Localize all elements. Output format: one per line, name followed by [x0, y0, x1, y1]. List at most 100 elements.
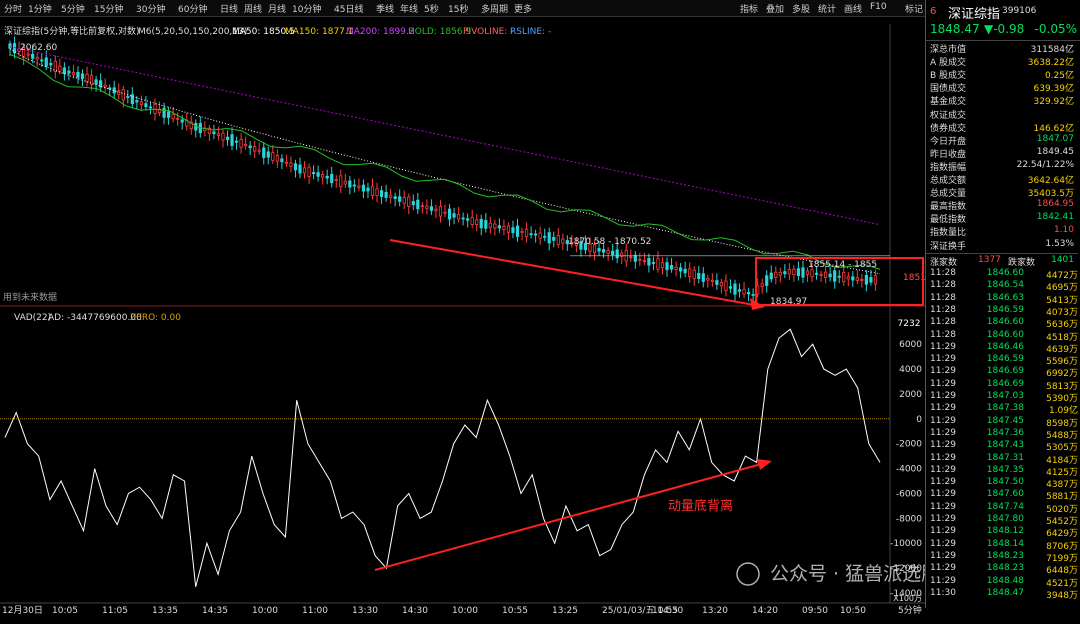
tool-button-3[interactable]: 统计: [818, 2, 836, 15]
watermark-text: 公众号 · 猛兽派选股: [770, 563, 925, 585]
tick-price: 1848.47: [986, 587, 1024, 598]
tool-button-2[interactable]: 多股: [792, 2, 810, 15]
tool-button-5[interactable]: F10: [870, 2, 887, 12]
tick-row: 11:28 1846.60 4472万: [930, 268, 1078, 281]
tick-volume: 5390万: [1046, 394, 1078, 404]
tool-button-0[interactable]: 指标: [740, 2, 758, 15]
quote-header: 6 深证综指 399106 1848.47 ▼-0.98 -0.05%: [926, 0, 1080, 41]
stat-label: 今日开盘: [930, 136, 967, 147]
period-tab-8[interactable]: 月线: [268, 2, 286, 15]
stat-value: 35403.5万: [1027, 189, 1074, 200]
candle-body: [760, 283, 764, 287]
candle-body: [737, 289, 742, 292]
candle-body: [638, 258, 642, 261]
candle-body: [837, 275, 841, 278]
candle-body: [792, 268, 796, 275]
period-tab-14[interactable]: 15秒: [448, 2, 468, 15]
candle-body: [814, 272, 819, 275]
tick-volume: 5636万: [1046, 320, 1078, 331]
period-tab-2[interactable]: 5分钟: [61, 2, 85, 15]
tick-price: 1846.59: [986, 304, 1024, 315]
candle-body: [502, 226, 506, 230]
candle-body: [701, 273, 705, 282]
candle-body: [479, 218, 483, 229]
candle-body: [710, 279, 714, 282]
divergence-label: 动量底背离: [668, 498, 733, 514]
period-tab-6[interactable]: 日线: [220, 2, 238, 15]
period-tab-1[interactable]: 1分钟: [28, 2, 52, 15]
tick-volume: 5488万: [1046, 430, 1078, 441]
tick-price: 1847.43: [986, 440, 1024, 451]
candle-body: [325, 175, 329, 179]
period-tab-15[interactable]: 多周期: [481, 2, 508, 15]
period-tab-10[interactable]: 45日线: [334, 2, 363, 15]
stat-row: A 股成交 3638.22亿: [926, 55, 1078, 68]
period-tab-0[interactable]: 分时: [4, 2, 22, 15]
candle-body: [67, 70, 71, 74]
candle-body: [651, 262, 656, 264]
candle-body: [311, 172, 316, 175]
tick-price: 1847.80: [986, 514, 1024, 524]
period-tab-9[interactable]: 10分钟: [292, 2, 321, 15]
period-tab-13[interactable]: 5秒: [424, 2, 439, 15]
candle-body: [244, 143, 248, 147]
last-price: 1848.47: [930, 22, 980, 36]
candle-body: [728, 286, 733, 289]
period-tab-16[interactable]: 更多: [514, 2, 532, 15]
candle-body: [697, 272, 701, 280]
candle-body: [769, 272, 773, 280]
tool-button-4[interactable]: 画线: [844, 2, 862, 15]
candle-body: [524, 228, 529, 238]
period-tab-12[interactable]: 年线: [400, 2, 418, 15]
candle-body: [275, 155, 279, 162]
candle-body: [783, 271, 787, 275]
period-tab-7[interactable]: 周线: [244, 2, 262, 15]
tick-volume: 5881万: [1046, 492, 1078, 503]
price-annotation-1: 1870.58 - 1870.52: [568, 237, 651, 247]
tick-price: 1848.48: [986, 575, 1024, 586]
period-tab-5[interactable]: 60分钟: [178, 2, 207, 15]
stat-label: 指数量比: [930, 228, 967, 239]
candle-body: [493, 223, 497, 229]
candle-body: [669, 265, 674, 270]
legend-text-3: MA150: 1877.1: [285, 27, 353, 37]
stat-label: 基金成交: [930, 97, 967, 108]
candle-body: [774, 271, 778, 278]
stat-row: 今日开盘 1847.07: [926, 134, 1078, 147]
candle-body: [597, 248, 601, 252]
tick-price: 1846.60: [986, 329, 1024, 340]
candle-body: [488, 222, 492, 228]
tick-row: 11:29 1847.60 5881万: [930, 489, 1078, 503]
candle-body: [615, 249, 619, 259]
stat-value: 146.62亿: [1033, 123, 1075, 134]
period-tab-11[interactable]: 季线: [376, 2, 394, 15]
tool-button-6[interactable]: 标记: [905, 2, 923, 15]
tick-row: 11:29 1847.31 4184万: [930, 453, 1078, 466]
stat-value: 3642.64亿: [1027, 176, 1074, 186]
stat-label: 总成交量: [930, 189, 967, 200]
candle-body: [692, 269, 696, 279]
tool-button-1[interactable]: 叠加: [766, 2, 784, 15]
candle-body: [660, 262, 665, 268]
tick-volume: 4387万: [1046, 480, 1078, 491]
legend-text-1: M6(5,20,50,150,200,13): [138, 27, 247, 37]
candle-body: [58, 65, 62, 72]
tick-row: 11:29 1846.69 6992万: [930, 366, 1078, 379]
tick-price: 1846.46: [986, 341, 1024, 352]
tick-row: 11:28 1846.54 4695万: [930, 280, 1078, 293]
candle-body: [456, 214, 461, 220]
period-tab-4[interactable]: 30分钟: [136, 2, 165, 15]
tick-row: 11:29 1847.38 1.09亿: [930, 403, 1078, 416]
candle-body: [706, 278, 710, 281]
updown-down-count: 1401: [1051, 255, 1074, 265]
tick-volume: 4472万: [1046, 271, 1078, 281]
tick-volume: 7199万: [1046, 553, 1078, 564]
stat-value: 1.53%: [1045, 238, 1074, 249]
candle-body: [556, 235, 560, 245]
tick-price: 1846.60: [986, 317, 1024, 328]
stat-label: 国债成交: [930, 84, 967, 95]
tick-price: 1847.60: [986, 489, 1024, 500]
period-tab-3[interactable]: 15分钟: [94, 2, 123, 15]
quote-panel: 6 深证综指 399106 1848.47 ▼-0.98 -0.05% 深总市值…: [925, 0, 1080, 608]
stat-row: 总成交额 3642.64亿: [926, 173, 1078, 186]
